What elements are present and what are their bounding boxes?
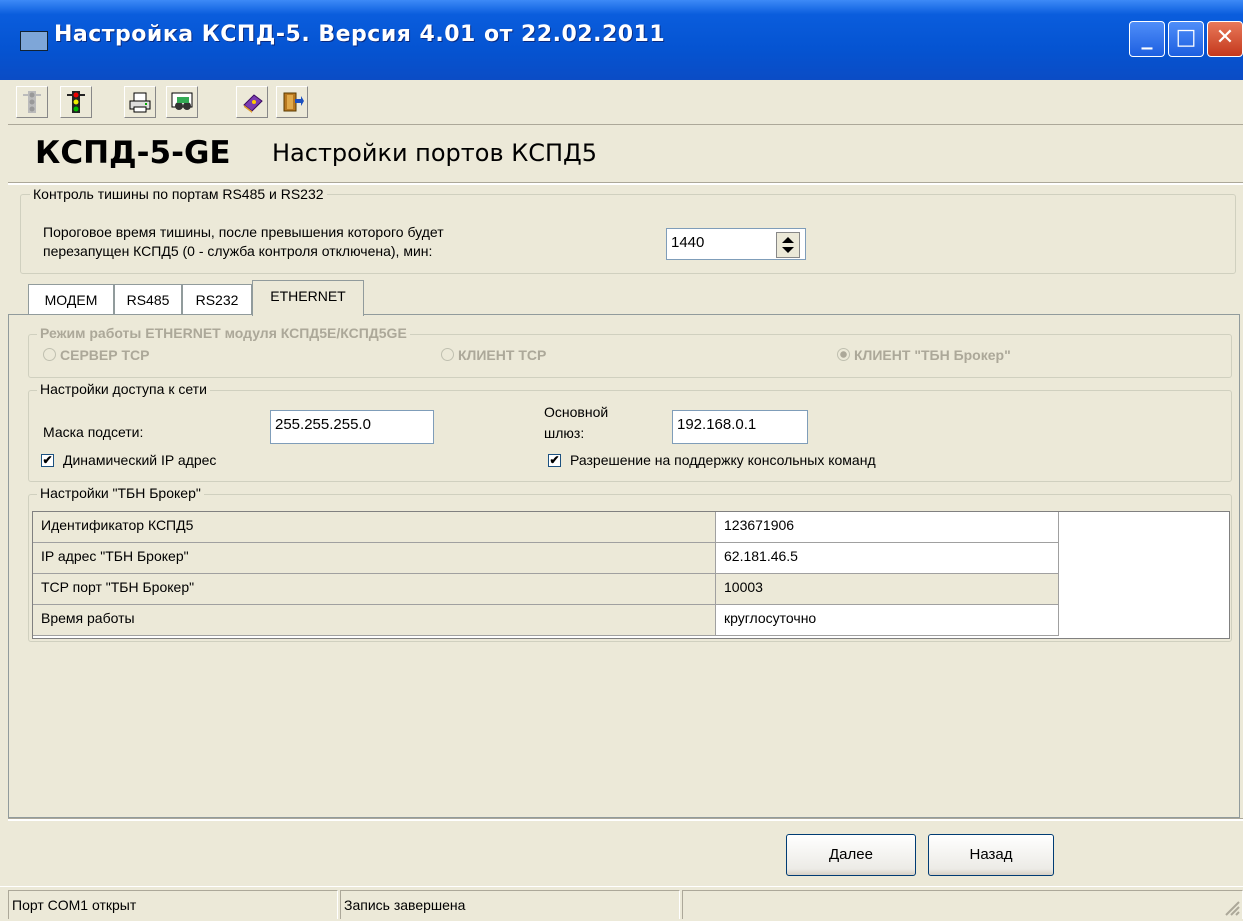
radio-selected-icon: [837, 348, 850, 361]
device-title: КСПД-5-GE: [35, 135, 231, 171]
broker-row-label: IP адрес "ТБН Брокер": [33, 543, 716, 574]
binoculars-icon[interactable]: [166, 86, 198, 118]
broker-row-label: TCP порт "ТБН Брокер": [33, 574, 716, 605]
radio-client-tcp[interactable]: КЛИЕНТ TCP: [441, 347, 546, 363]
back-button[interactable]: Назад: [928, 834, 1054, 876]
maximize-button[interactable]: □: [1168, 21, 1204, 57]
console-commands-label: Разрешение на поддержку консольных коман…: [570, 452, 876, 468]
subnet-mask-label: Маска подсети:: [43, 424, 144, 440]
broker-group-label: Настройки "ТБН Брокер": [37, 485, 204, 501]
broker-row-label: Идентификатор КСПД5: [33, 512, 716, 543]
broker-row-value[interactable]: 10003: [716, 574, 1059, 605]
traffic-light-on-icon[interactable]: [60, 86, 92, 118]
resize-grip-icon[interactable]: [1222, 896, 1240, 916]
close-button[interactable]: ✕: [1207, 21, 1243, 57]
broker-row-value[interactable]: круглосуточно: [716, 605, 1059, 636]
tab-modem[interactable]: МОДЕМ: [28, 284, 114, 316]
silence-description-line1: Пороговое время тишины, после превышения…: [43, 224, 444, 240]
radio-server-tcp[interactable]: СЕРВЕР TCP: [43, 347, 149, 363]
network-group-label: Настройки доступа к сети: [37, 381, 210, 397]
tab-ethernet[interactable]: ETHERNET: [252, 280, 364, 316]
gateway-label-line1: Основной: [544, 404, 609, 420]
header-divider: [8, 182, 1243, 185]
traffic-light-off-icon[interactable]: [16, 86, 48, 118]
dynamic-ip-checkbox[interactable]: ✔ Динамический IP адрес: [41, 452, 216, 468]
status-extra: [682, 890, 1243, 919]
tab-rs232[interactable]: RS232: [182, 284, 252, 316]
silence-minutes-value[interactable]: 1440: [671, 234, 704, 251]
broker-row-value[interactable]: 62.181.46.5: [716, 543, 1059, 574]
broker-row-value[interactable]: 123671906: [716, 512, 1059, 543]
exit-door-icon[interactable]: [276, 86, 308, 118]
tab-rs485[interactable]: RS485: [114, 284, 182, 316]
next-button[interactable]: Далее: [786, 834, 916, 876]
mode-group-label: Режим работы ETHERNET модуля КСПД5E/КСПД…: [37, 325, 410, 341]
network-group: [28, 390, 1232, 482]
gateway-input[interactable]: 192.168.0.1: [672, 410, 808, 444]
minimize-button[interactable]: _: [1129, 21, 1165, 57]
status-write: Запись завершена: [340, 890, 680, 919]
checkbox-checked-icon[interactable]: ✔: [548, 453, 561, 467]
spinner-arrows-icon[interactable]: [776, 232, 800, 258]
radio-circle-icon: [441, 348, 454, 361]
radio-client-broker[interactable]: КЛИЕНТ "ТБН Брокер": [837, 347, 1011, 363]
console-commands-checkbox[interactable]: ✔ Разрешение на поддержку консольных ком…: [548, 452, 876, 468]
broker-row-label: Время работы: [33, 605, 716, 636]
broker-table: Идентификатор КСПД5 123671906 IP адрес "…: [32, 511, 1230, 639]
silence-description-line2: перезапущен КСПД5 (0 - служба контроля о…: [43, 243, 433, 259]
status-port: Порт COM1 открыт: [8, 890, 338, 919]
checkbox-checked-icon[interactable]: ✔: [41, 453, 54, 467]
printer-icon[interactable]: [124, 86, 156, 118]
app-icon: [20, 31, 48, 51]
window-title: Настройка КСПД-5. Версия 4.01 от 22.02.2…: [54, 22, 666, 47]
radio-circle-icon: [43, 348, 56, 361]
dynamic-ip-label: Динамический IP адрес: [63, 452, 217, 468]
silence-group-label: Контроль тишины по портам RS485 и RS232: [30, 186, 327, 202]
subnet-mask-input[interactable]: 255.255.255.0: [270, 410, 434, 444]
page-title: Настройки портов КСПД5: [272, 139, 598, 167]
header-separator: [8, 124, 1243, 125]
book-icon[interactable]: [236, 86, 268, 118]
bottom-divider: [8, 818, 1243, 821]
gateway-label-line2: шлюз:: [544, 425, 585, 441]
